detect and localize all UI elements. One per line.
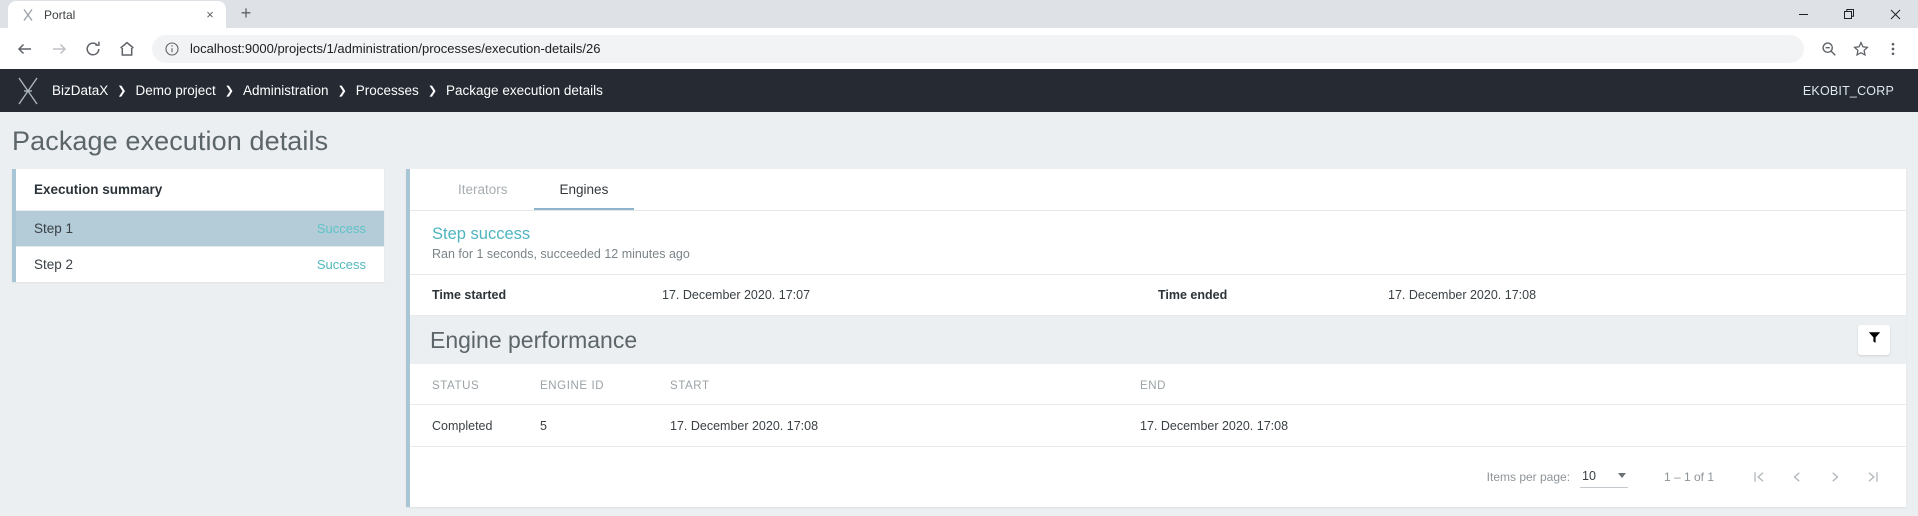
items-per-page-value: 10 bbox=[1582, 468, 1596, 483]
table-paginator: Items per page: 10 1 – 1 of 1 bbox=[410, 447, 1906, 507]
status-badge: Success bbox=[316, 257, 366, 272]
close-icon[interactable] bbox=[1872, 0, 1918, 28]
breadcrumb-item-package-execution-details[interactable]: Package execution details bbox=[446, 83, 603, 98]
bizdatax-logo-icon bbox=[20, 7, 36, 23]
engine-performance-table: STATUS ENGINE ID START END Completed 5 1… bbox=[410, 364, 1906, 447]
items-per-page-label: Items per page: bbox=[1486, 470, 1571, 484]
last-page-button[interactable] bbox=[1854, 463, 1892, 491]
execution-summary-card: Execution summary Step 1 Success Step 2 … bbox=[12, 169, 384, 282]
execution-summary-header: Execution summary bbox=[34, 182, 163, 197]
items-per-page-select[interactable]: 10 bbox=[1580, 467, 1628, 488]
cell-start: 17. December 2020. 17:08 bbox=[670, 404, 1140, 447]
step-status-subtitle: Ran for 1 seconds, succeeded 12 minutes … bbox=[432, 247, 690, 261]
tenant-label[interactable]: EKOBIT_CORP bbox=[1803, 84, 1894, 98]
step-detail-panel: Iterators Engines Step success Ran for 1… bbox=[406, 169, 1906, 507]
breadcrumb-item-bizdatax[interactable]: BizDataX bbox=[52, 83, 108, 98]
close-icon[interactable]: × bbox=[202, 7, 218, 23]
cell-status: Completed bbox=[410, 404, 540, 447]
page-body: Package execution details Execution summ… bbox=[0, 112, 1918, 516]
browser-tab-title: Portal bbox=[44, 7, 76, 22]
minimize-icon[interactable] bbox=[1780, 0, 1826, 28]
breadcrumb-item-administration[interactable]: Administration bbox=[243, 83, 329, 98]
chevron-right-icon: ❯ bbox=[427, 85, 438, 97]
app-header: BizDataX ❯ Demo project ❯ Administration… bbox=[0, 69, 1918, 112]
address-bar-url: localhost:9000/projects/1/administration… bbox=[190, 41, 601, 56]
breadcrumb: BizDataX ❯ Demo project ❯ Administration… bbox=[52, 83, 1803, 98]
step-status-title: Step success bbox=[432, 225, 531, 243]
table-header: STATUS ENGINE ID START END bbox=[410, 364, 1906, 405]
step-times-row: Time started 17. December 2020. 17:07 Ti… bbox=[410, 275, 1906, 316]
time-started-label: Time started bbox=[432, 288, 507, 302]
browser-toolbar-actions bbox=[1814, 34, 1908, 64]
step-name: Step 1 bbox=[34, 221, 74, 236]
cell-engine-id: 5 bbox=[540, 404, 670, 447]
filter-button[interactable] bbox=[1858, 325, 1890, 355]
time-started-value: 17. December 2020. 17:07 bbox=[662, 288, 811, 302]
window-controls bbox=[1780, 0, 1918, 28]
star-icon[interactable] bbox=[1846, 34, 1876, 64]
reload-icon[interactable] bbox=[78, 34, 108, 64]
home-icon[interactable] bbox=[112, 34, 142, 64]
restore-icon[interactable] bbox=[1826, 0, 1872, 28]
time-started-cell: Time started 17. December 2020. 17:07 bbox=[432, 288, 1158, 302]
breadcrumb-item-demo-project[interactable]: Demo project bbox=[136, 83, 216, 98]
next-page-button[interactable] bbox=[1816, 463, 1854, 491]
site-info-icon[interactable] bbox=[164, 41, 180, 57]
table-body: Completed 5 17. December 2020. 17:08 17.… bbox=[410, 404, 1906, 447]
time-ended-value: 17. December 2020. 17:08 bbox=[1388, 288, 1537, 302]
filter-funnel-icon bbox=[1868, 331, 1881, 349]
browser-tab-strip: Portal × + bbox=[0, 0, 1918, 28]
first-page-button[interactable] bbox=[1740, 463, 1778, 491]
browser-menu-icon[interactable] bbox=[1878, 34, 1908, 64]
previous-page-button[interactable] bbox=[1778, 463, 1816, 491]
new-tab-button[interactable]: + bbox=[232, 0, 260, 27]
bizdatax-logo-icon[interactable] bbox=[10, 73, 46, 109]
page-title: Package execution details bbox=[12, 126, 329, 156]
engine-performance-header: Engine performance bbox=[410, 316, 1906, 364]
detail-tabs: Iterators Engines bbox=[410, 169, 1906, 211]
tab-iterators[interactable]: Iterators bbox=[432, 169, 534, 210]
column-header-start[interactable]: START bbox=[670, 364, 1140, 405]
back-icon[interactable] bbox=[10, 34, 40, 64]
step-row-2[interactable]: Step 2 Success bbox=[16, 246, 384, 282]
browser-toolbar: localhost:9000/projects/1/administration… bbox=[0, 28, 1918, 69]
table-header-row: STATUS ENGINE ID START END bbox=[410, 364, 1906, 405]
time-ended-label: Time ended bbox=[1158, 288, 1228, 302]
status-badge: Success bbox=[316, 221, 366, 236]
chevron-right-icon: ❯ bbox=[117, 85, 127, 97]
browser-tab[interactable]: Portal × bbox=[8, 1, 226, 28]
chevron-right-icon: ❯ bbox=[224, 85, 235, 97]
pagination-range: 1 – 1 of 1 bbox=[1663, 470, 1714, 484]
column-header-end[interactable]: END bbox=[1140, 364, 1906, 405]
step-status-block: Step success Ran for 1 seconds, succeede… bbox=[410, 211, 1906, 275]
chevron-right-icon: ❯ bbox=[337, 85, 347, 97]
forward-icon[interactable] bbox=[44, 34, 74, 64]
chevron-down-icon bbox=[1617, 473, 1626, 478]
column-header-engine-id[interactable]: ENGINE ID bbox=[540, 364, 670, 405]
step-row-1[interactable]: Step 1 Success bbox=[16, 210, 384, 246]
address-bar[interactable]: localhost:9000/projects/1/administration… bbox=[152, 34, 1804, 63]
tab-engines[interactable]: Engines bbox=[533, 169, 635, 210]
column-header-status[interactable]: STATUS bbox=[410, 364, 540, 405]
time-ended-cell: Time ended 17. December 2020. 17:08 bbox=[1158, 288, 1884, 302]
engine-performance-title: Engine performance bbox=[430, 326, 638, 353]
table-row[interactable]: Completed 5 17. December 2020. 17:08 17.… bbox=[410, 404, 1906, 447]
zoom-out-icon[interactable] bbox=[1814, 34, 1844, 64]
cell-end: 17. December 2020. 17:08 bbox=[1140, 404, 1906, 447]
content-area: Execution summary Step 1 Success Step 2 … bbox=[12, 169, 1906, 507]
breadcrumb-item-processes[interactable]: Processes bbox=[356, 83, 419, 98]
step-name: Step 2 bbox=[34, 257, 74, 272]
